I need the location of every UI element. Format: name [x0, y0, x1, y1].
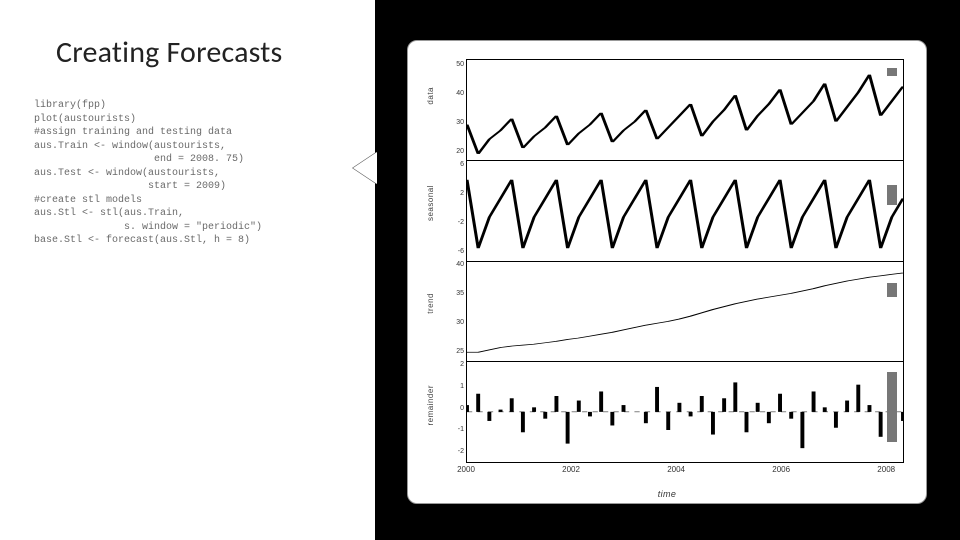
yticks-trend: 40353025 [440, 261, 464, 355]
x-axis-label: time [408, 489, 926, 499]
yticks-seasonal: 62-2-6 [440, 161, 464, 255]
panel-data [466, 59, 904, 160]
range-bar [887, 185, 897, 205]
x-axis: 20002002200420062008 [466, 465, 904, 485]
range-bar [887, 68, 897, 76]
right-pane: data seasonal trend remainder 50403020 6… [375, 0, 960, 540]
panel-seasonal [466, 160, 904, 261]
yticks-data: 50403020 [440, 61, 464, 155]
ylabel-data: data [426, 87, 435, 105]
panel-remainder [466, 361, 904, 463]
ylabel-remainder: remainder [426, 385, 435, 426]
range-bar [887, 372, 897, 442]
panel-trend [466, 261, 904, 362]
ylabel-trend: trend [426, 293, 435, 314]
chart-panels [466, 59, 904, 463]
callout-pointer-fill [355, 154, 377, 182]
range-bar [887, 283, 897, 297]
left-pane: Creating Forecasts library(fpp) plot(aus… [0, 0, 375, 540]
yticks-remainder: 210-1-2 [440, 361, 464, 455]
stl-decomposition-chart: data seasonal trend remainder 50403020 6… [407, 40, 927, 504]
slide-title: Creating Forecasts [0, 28, 375, 99]
code-block: library(fpp) plot(austourists) #assign t… [0, 99, 375, 248]
ylabel-seasonal: seasonal [426, 185, 435, 221]
